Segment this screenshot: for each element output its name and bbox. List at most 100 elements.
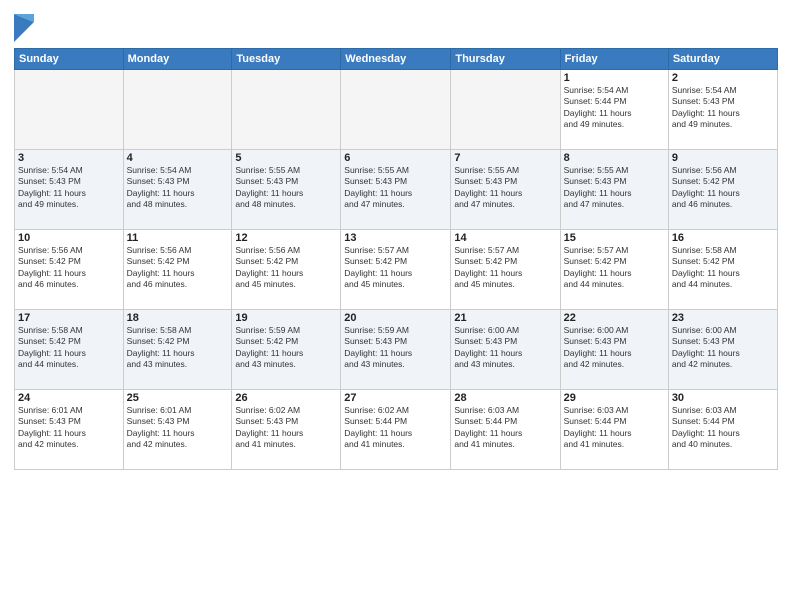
day-info: Sunrise: 5:54 AMSunset: 5:43 PMDaylight:…: [127, 165, 229, 211]
calendar-cell: 15Sunrise: 5:57 AMSunset: 5:42 PMDayligh…: [560, 230, 668, 310]
day-number: 1: [564, 72, 665, 84]
day-info: Sunrise: 5:54 AMSunset: 5:43 PMDaylight:…: [18, 165, 120, 211]
day-number: 10: [18, 232, 120, 244]
weekday-wednesday: Wednesday: [341, 49, 451, 70]
day-number: 6: [344, 152, 447, 164]
day-number: 7: [454, 152, 556, 164]
calendar-cell: 25Sunrise: 6:01 AMSunset: 5:43 PMDayligh…: [123, 390, 232, 470]
calendar-cell: 12Sunrise: 5:56 AMSunset: 5:42 PMDayligh…: [232, 230, 341, 310]
calendar-cell: 6Sunrise: 5:55 AMSunset: 5:43 PMDaylight…: [341, 150, 451, 230]
calendar-cell: 8Sunrise: 5:55 AMSunset: 5:43 PMDaylight…: [560, 150, 668, 230]
day-number: 5: [235, 152, 337, 164]
week-row-2: 3Sunrise: 5:54 AMSunset: 5:43 PMDaylight…: [15, 150, 778, 230]
calendar-cell: 26Sunrise: 6:02 AMSunset: 5:43 PMDayligh…: [232, 390, 341, 470]
calendar-cell: 7Sunrise: 5:55 AMSunset: 5:43 PMDaylight…: [451, 150, 560, 230]
day-number: 22: [564, 312, 665, 324]
day-info: Sunrise: 6:03 AMSunset: 5:44 PMDaylight:…: [454, 405, 556, 451]
weekday-thursday: Thursday: [451, 49, 560, 70]
day-number: 25: [127, 392, 229, 404]
calendar-cell: 27Sunrise: 6:02 AMSunset: 5:44 PMDayligh…: [341, 390, 451, 470]
calendar-cell: 21Sunrise: 6:00 AMSunset: 5:43 PMDayligh…: [451, 310, 560, 390]
logo: [14, 14, 37, 42]
day-info: Sunrise: 5:58 AMSunset: 5:42 PMDaylight:…: [18, 325, 120, 371]
day-info: Sunrise: 5:57 AMSunset: 5:42 PMDaylight:…: [344, 245, 447, 291]
day-info: Sunrise: 5:59 AMSunset: 5:43 PMDaylight:…: [344, 325, 447, 371]
day-info: Sunrise: 5:56 AMSunset: 5:42 PMDaylight:…: [672, 165, 774, 211]
weekday-saturday: Saturday: [668, 49, 777, 70]
calendar-cell: 30Sunrise: 6:03 AMSunset: 5:44 PMDayligh…: [668, 390, 777, 470]
day-number: 8: [564, 152, 665, 164]
day-info: Sunrise: 5:55 AMSunset: 5:43 PMDaylight:…: [344, 165, 447, 211]
day-info: Sunrise: 5:54 AMSunset: 5:44 PMDaylight:…: [564, 85, 665, 131]
day-info: Sunrise: 6:00 AMSunset: 5:43 PMDaylight:…: [672, 325, 774, 371]
calendar-cell: 23Sunrise: 6:00 AMSunset: 5:43 PMDayligh…: [668, 310, 777, 390]
day-number: 3: [18, 152, 120, 164]
day-info: Sunrise: 6:03 AMSunset: 5:44 PMDaylight:…: [672, 405, 774, 451]
calendar-cell: [15, 70, 124, 150]
calendar-cell: 11Sunrise: 5:56 AMSunset: 5:42 PMDayligh…: [123, 230, 232, 310]
day-info: Sunrise: 5:59 AMSunset: 5:42 PMDaylight:…: [235, 325, 337, 371]
calendar-cell: 29Sunrise: 6:03 AMSunset: 5:44 PMDayligh…: [560, 390, 668, 470]
day-number: 29: [564, 392, 665, 404]
calendar-cell: 22Sunrise: 6:00 AMSunset: 5:43 PMDayligh…: [560, 310, 668, 390]
day-info: Sunrise: 6:02 AMSunset: 5:43 PMDaylight:…: [235, 405, 337, 451]
week-row-3: 10Sunrise: 5:56 AMSunset: 5:42 PMDayligh…: [15, 230, 778, 310]
weekday-monday: Monday: [123, 49, 232, 70]
day-number: 11: [127, 232, 229, 244]
day-info: Sunrise: 5:56 AMSunset: 5:42 PMDaylight:…: [18, 245, 120, 291]
day-number: 9: [672, 152, 774, 164]
day-info: Sunrise: 5:58 AMSunset: 5:42 PMDaylight:…: [672, 245, 774, 291]
day-number: 17: [18, 312, 120, 324]
calendar-cell: 13Sunrise: 5:57 AMSunset: 5:42 PMDayligh…: [341, 230, 451, 310]
day-info: Sunrise: 6:00 AMSunset: 5:43 PMDaylight:…: [564, 325, 665, 371]
day-number: 2: [672, 72, 774, 84]
day-number: 12: [235, 232, 337, 244]
calendar-cell: [341, 70, 451, 150]
calendar-cell: 1Sunrise: 5:54 AMSunset: 5:44 PMDaylight…: [560, 70, 668, 150]
day-info: Sunrise: 5:58 AMSunset: 5:42 PMDaylight:…: [127, 325, 229, 371]
day-number: 18: [127, 312, 229, 324]
day-info: Sunrise: 5:54 AMSunset: 5:43 PMDaylight:…: [672, 85, 774, 131]
day-number: 19: [235, 312, 337, 324]
calendar-cell: [123, 70, 232, 150]
weekday-sunday: Sunday: [15, 49, 124, 70]
day-number: 4: [127, 152, 229, 164]
day-number: 20: [344, 312, 447, 324]
day-info: Sunrise: 5:55 AMSunset: 5:43 PMDaylight:…: [564, 165, 665, 211]
day-number: 16: [672, 232, 774, 244]
calendar-cell: [232, 70, 341, 150]
weekday-friday: Friday: [560, 49, 668, 70]
header: [14, 10, 778, 42]
day-number: 28: [454, 392, 556, 404]
calendar-cell: 16Sunrise: 5:58 AMSunset: 5:42 PMDayligh…: [668, 230, 777, 310]
calendar-cell: 4Sunrise: 5:54 AMSunset: 5:43 PMDaylight…: [123, 150, 232, 230]
day-info: Sunrise: 6:02 AMSunset: 5:44 PMDaylight:…: [344, 405, 447, 451]
day-info: Sunrise: 5:56 AMSunset: 5:42 PMDaylight:…: [235, 245, 337, 291]
weekday-tuesday: Tuesday: [232, 49, 341, 70]
calendar-cell: 3Sunrise: 5:54 AMSunset: 5:43 PMDaylight…: [15, 150, 124, 230]
day-info: Sunrise: 6:00 AMSunset: 5:43 PMDaylight:…: [454, 325, 556, 371]
calendar-cell: 10Sunrise: 5:56 AMSunset: 5:42 PMDayligh…: [15, 230, 124, 310]
calendar-cell: 5Sunrise: 5:55 AMSunset: 5:43 PMDaylight…: [232, 150, 341, 230]
day-info: Sunrise: 5:56 AMSunset: 5:42 PMDaylight:…: [127, 245, 229, 291]
calendar-cell: [451, 70, 560, 150]
day-info: Sunrise: 6:01 AMSunset: 5:43 PMDaylight:…: [18, 405, 120, 451]
day-info: Sunrise: 5:55 AMSunset: 5:43 PMDaylight:…: [235, 165, 337, 211]
day-info: Sunrise: 5:57 AMSunset: 5:42 PMDaylight:…: [454, 245, 556, 291]
day-number: 15: [564, 232, 665, 244]
calendar-cell: 18Sunrise: 5:58 AMSunset: 5:42 PMDayligh…: [123, 310, 232, 390]
day-number: 30: [672, 392, 774, 404]
day-number: 24: [18, 392, 120, 404]
day-number: 21: [454, 312, 556, 324]
day-number: 27: [344, 392, 447, 404]
logo-icon: [14, 14, 34, 42]
day-info: Sunrise: 6:03 AMSunset: 5:44 PMDaylight:…: [564, 405, 665, 451]
day-number: 26: [235, 392, 337, 404]
calendar-cell: 17Sunrise: 5:58 AMSunset: 5:42 PMDayligh…: [15, 310, 124, 390]
day-info: Sunrise: 6:01 AMSunset: 5:43 PMDaylight:…: [127, 405, 229, 451]
week-row-1: 1Sunrise: 5:54 AMSunset: 5:44 PMDaylight…: [15, 70, 778, 150]
calendar-cell: 28Sunrise: 6:03 AMSunset: 5:44 PMDayligh…: [451, 390, 560, 470]
day-number: 23: [672, 312, 774, 324]
calendar-cell: 14Sunrise: 5:57 AMSunset: 5:42 PMDayligh…: [451, 230, 560, 310]
weekday-header-row: SundayMondayTuesdayWednesdayThursdayFrid…: [15, 49, 778, 70]
